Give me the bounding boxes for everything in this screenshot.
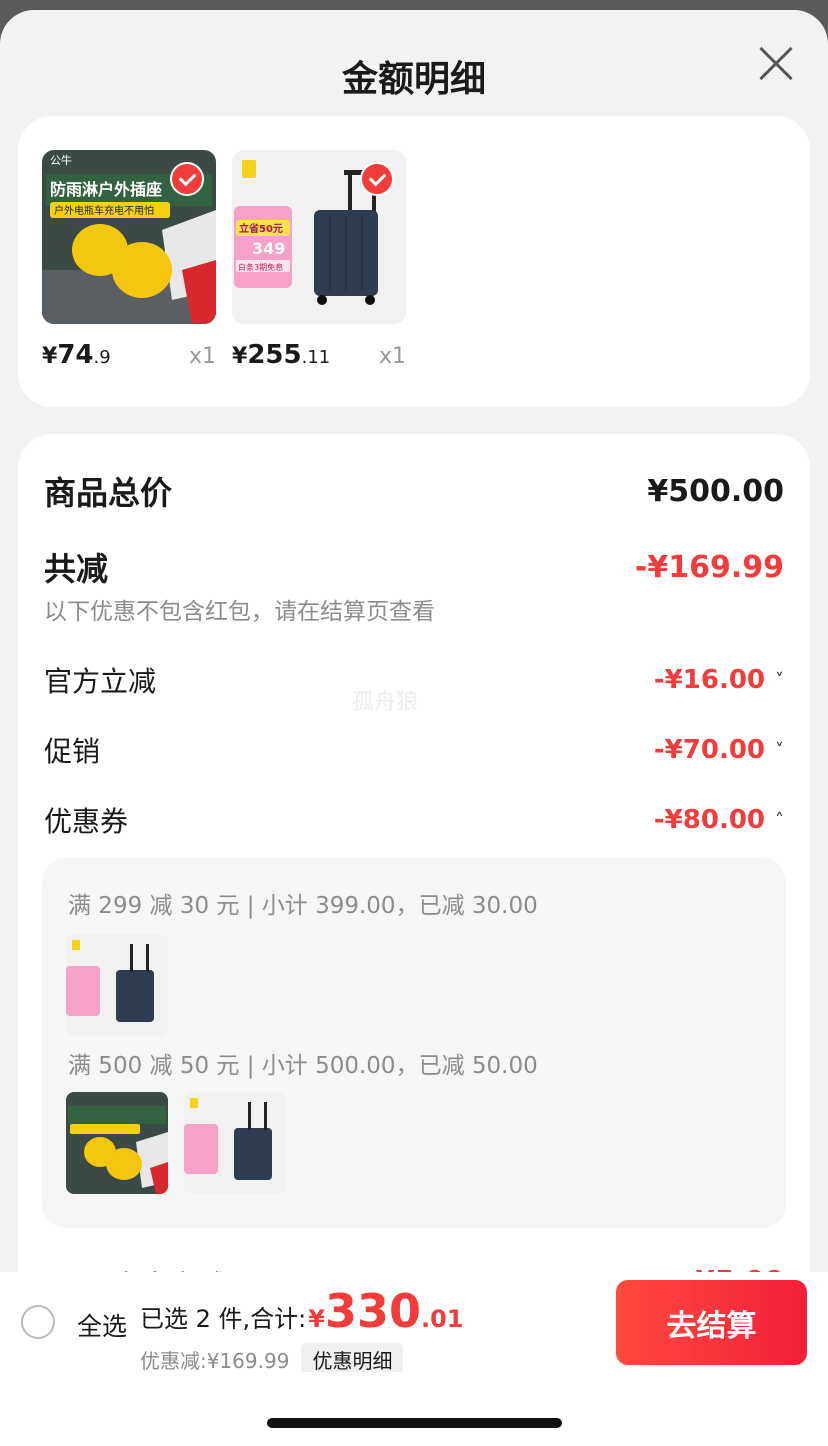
close-icon[interactable] bbox=[758, 46, 794, 82]
products-card: 公牛 防雨淋户外插座 户外电瓶车充电不用怕 ¥74.9 x1 立省50元 349… bbox=[18, 116, 810, 407]
coupon-row[interactable]: 优惠券 -¥80.00 ˄ bbox=[44, 800, 784, 840]
product-item[interactable]: 公牛 防雨淋户外插座 户外电瓶车充电不用怕 ¥74.9 x1 bbox=[42, 150, 216, 370]
product-image: 立省50元 349 白条3期免息 bbox=[232, 150, 406, 324]
total-amount: 330 bbox=[324, 1284, 421, 1338]
checkout-button[interactable]: 去结算 bbox=[616, 1280, 807, 1365]
reduce-value: -¥169.99 bbox=[634, 549, 784, 585]
product-thumbnail bbox=[66, 1092, 168, 1194]
product-qty: x1 bbox=[378, 344, 406, 369]
watermark: 孤舟狼 bbox=[352, 690, 419, 715]
select-all-radio[interactable] bbox=[21, 1305, 55, 1339]
selected-count: 已选 2 件,合计: bbox=[140, 1305, 307, 1333]
socket-brand: 公牛 bbox=[50, 153, 72, 167]
product-item[interactable]: 立省50元 349 白条3期免息 ¥255.11 x1 bbox=[232, 150, 406, 370]
row-value: -¥80.00 ˄ bbox=[653, 805, 784, 835]
row-value: -¥70.00 ˅ bbox=[653, 735, 784, 765]
total-currency: ¥ bbox=[308, 1305, 325, 1333]
total-value: ¥500.00 bbox=[647, 473, 784, 509]
sheet-title: 金额明细 bbox=[341, 59, 486, 100]
product-price: ¥74.9 bbox=[42, 340, 111, 370]
chevron-down-icon: ˅ bbox=[775, 739, 784, 761]
chevron-down-icon: ˅ bbox=[775, 669, 784, 691]
product-price: ¥255.11 bbox=[232, 340, 331, 370]
discount-note: 以下优惠不包含红包，请在结算页查看 bbox=[44, 599, 435, 625]
row-label: 官方立减 bbox=[44, 665, 157, 698]
chevron-up-icon: ˄ bbox=[775, 809, 784, 831]
total-summary: 已选 2 件,合计: ¥ 330 .01 bbox=[140, 1288, 464, 1334]
socket-headline: 防雨淋户外插座 bbox=[50, 180, 162, 199]
promotion-row[interactable]: 促销 -¥70.00 ˅ bbox=[44, 730, 784, 770]
coupon-line: 满 299 减 30 元 | 小计 399.00，已减 30.00 bbox=[68, 893, 538, 919]
product-image: 公牛 防雨淋户外插座 户外电瓶车充电不用怕 bbox=[42, 150, 216, 324]
home-indicator[interactable] bbox=[267, 1418, 562, 1428]
socket-subline: 户外电瓶车充电不用怕 bbox=[54, 204, 154, 217]
coupon-details: 满 299 减 30 元 | 小计 399.00，已减 30.00 满 500 … bbox=[42, 858, 786, 1228]
row-label: 优惠券 bbox=[44, 805, 129, 838]
discount-amount: 优惠减:¥169.99 bbox=[140, 1349, 290, 1373]
selected-check-icon[interactable] bbox=[170, 162, 204, 196]
amount-detail-sheet: 金额明细 公牛 防雨淋户外插座 户外电瓶车充电不用怕 ¥74.9 x1 立省50… bbox=[0, 10, 828, 1446]
product-thumbnail bbox=[184, 1092, 286, 1194]
select-all-label[interactable]: 全选 bbox=[77, 1307, 127, 1343]
total-label: 商品总价 bbox=[44, 474, 173, 512]
checkout-bar: 全选 已选 2 件,合计: ¥ 330 .01 优惠减:¥169.99 优惠明细… bbox=[0, 1272, 828, 1376]
suitcase-price: 349 bbox=[252, 239, 285, 258]
home-indicator-area bbox=[0, 1372, 828, 1446]
reduce-label: 共减 bbox=[44, 550, 109, 588]
suitcase-note: 白条3期免息 bbox=[238, 262, 283, 272]
product-qty: x1 bbox=[188, 344, 216, 369]
total-decimal: .01 bbox=[420, 1305, 464, 1333]
product-thumbnail bbox=[66, 934, 168, 1036]
suitcase-promo: 立省50元 bbox=[239, 222, 283, 235]
row-label: 促销 bbox=[44, 735, 101, 768]
details-card: 商品总价 ¥500.00 共减 -¥169.99 以下优惠不包含红包，请在结算页… bbox=[18, 434, 810, 1334]
selected-check-icon[interactable] bbox=[360, 162, 394, 196]
coupon-line: 满 500 减 50 元 | 小计 500.00，已减 50.00 bbox=[68, 1053, 538, 1079]
row-value: -¥16.00 ˅ bbox=[653, 665, 784, 695]
